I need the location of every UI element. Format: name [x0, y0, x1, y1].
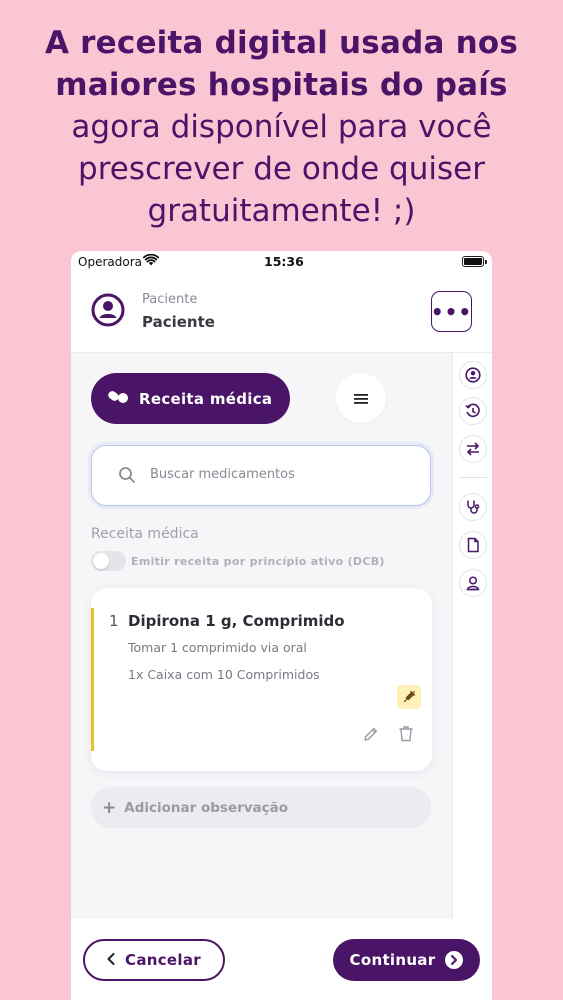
side-rail [452, 353, 492, 919]
cancel-button[interactable]: Cancelar [83, 939, 225, 981]
patient-header: Paciente Paciente ••• [71, 273, 492, 353]
continue-button[interactable]: Continuar [333, 939, 480, 981]
edit-icon[interactable] [363, 726, 379, 746]
headline-line-3: agora disponível para você [71, 109, 492, 145]
medication-search-input[interactable]: Buscar medicamentos [91, 445, 431, 506]
prescription-content: Receita médica Buscar medicamentos Recei… [71, 353, 452, 919]
medication-quantity: 1x Caixa com 10 Comprimidos [128, 667, 320, 682]
search-icon [118, 466, 136, 488]
more-dots-icon: ••• [430, 299, 473, 324]
footer-actions: Cancelar Continuar [71, 919, 492, 1000]
document-icon[interactable] [459, 531, 487, 559]
chevron-right-circle-icon [445, 951, 464, 969]
add-observation-label: Adicionar observação [124, 799, 289, 816]
headline: A receita digital usada nos maiores hosp… [0, 22, 563, 232]
headline-line-2: maiores hospitais do país [55, 67, 508, 103]
patient-label: Paciente [142, 292, 198, 307]
dcb-toggle[interactable] [91, 551, 126, 571]
headline-line-1: A receita digital usada nos [44, 25, 518, 61]
prescription-tab-button[interactable]: Receita médica [91, 373, 290, 424]
rail-divider [459, 477, 487, 478]
wifi-icon [142, 253, 160, 269]
pills-icon [107, 389, 129, 409]
user-avatar-icon [91, 293, 125, 331]
medication-card[interactable]: 1 Dipirona 1 g, Comprimido Tomar 1 compr… [91, 588, 432, 771]
hamburger-icon [354, 389, 368, 408]
patient-name: Paciente [142, 313, 215, 331]
patient-profile-icon[interactable] [459, 361, 487, 389]
medication-dosage: Tomar 1 comprimido via oral [128, 640, 307, 655]
clock: 15:36 [264, 254, 304, 269]
carrier-name: Operadora [78, 255, 142, 269]
headline-line-4: prescrever de onde quiser [78, 151, 485, 187]
swap-arrows-icon[interactable] [459, 435, 487, 463]
continue-label: Continuar [349, 951, 436, 969]
dcb-toggle-label: Emitir receita por princípio ativo (DCB) [131, 555, 385, 568]
chevron-left-icon [107, 951, 115, 969]
battery-icon [462, 256, 487, 267]
menu-button[interactable] [336, 373, 386, 423]
medication-number: 1 [109, 612, 119, 630]
history-icon[interactable] [459, 397, 487, 425]
add-observation-button[interactable]: + Adicionar observação [91, 787, 431, 828]
stethoscope-icon[interactable] [459, 493, 487, 521]
trash-icon[interactable] [398, 725, 414, 746]
phone-screen: Operadora 15:36 Paciente Paciente ••• Re… [71, 251, 492, 1000]
section-title: Receita médica [91, 526, 199, 542]
medication-accent-bar [91, 608, 94, 751]
medication-name: Dipirona 1 g, Comprimido [128, 612, 345, 630]
plus-icon: + [102, 797, 117, 818]
status-bar: Operadora 15:36 [71, 251, 492, 273]
doctor-icon[interactable] [459, 569, 487, 597]
syringe-icon[interactable] [397, 685, 421, 709]
headline-line-5: gratuitamente! ;) [147, 193, 416, 229]
cancel-label: Cancelar [125, 951, 201, 969]
prescription-tab-label: Receita médica [139, 389, 273, 408]
search-placeholder: Buscar medicamentos [150, 467, 295, 482]
more-options-button[interactable]: ••• [431, 291, 472, 332]
